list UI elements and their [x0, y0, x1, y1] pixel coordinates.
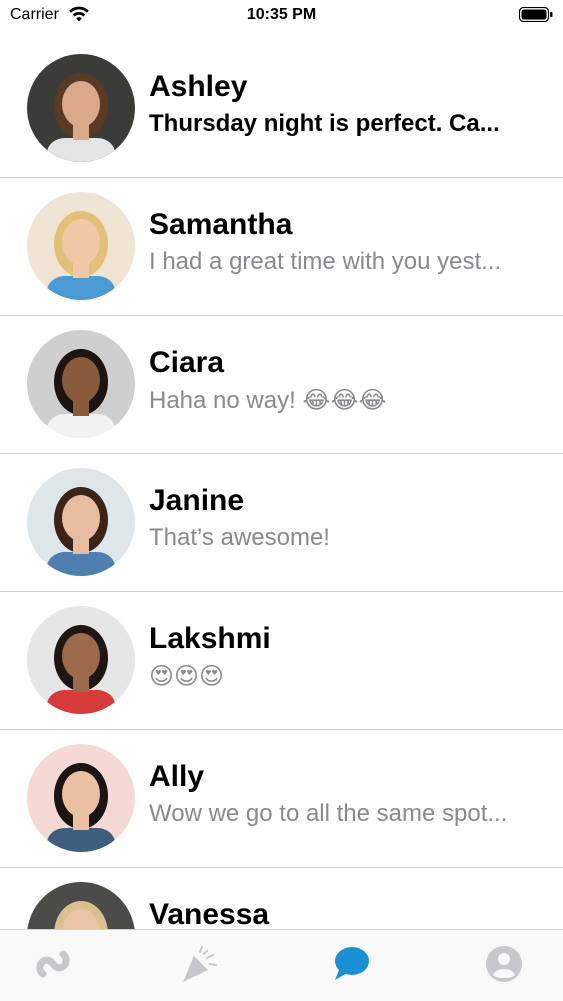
contact-name: Ashley — [149, 70, 248, 103]
contact-name: Vanessa — [149, 898, 270, 929]
message-preview: That’s awesome! — [149, 524, 330, 551]
contact-name: Lakshmi — [149, 622, 271, 655]
profile-icon[interactable] — [484, 944, 524, 984]
conversation-row[interactable]: Ciara Haha no way! 😂😂😂 — [0, 316, 563, 454]
conversation-row[interactable]: Vanessa — [0, 868, 563, 929]
battery-icon — [519, 7, 553, 22]
contact-name: Ciara — [149, 346, 225, 379]
celebrate-icon[interactable] — [180, 944, 220, 984]
status-time: 10:35 PM — [246, 6, 317, 23]
avatar — [27, 192, 135, 300]
contact-name: Janine — [149, 484, 245, 517]
conversation-row[interactable]: Ally Wow we go to all the same spot... — [0, 730, 563, 868]
avatar — [27, 882, 135, 929]
conversation-row[interactable]: Samantha I had a great time with you yest… — [0, 178, 563, 316]
message-list[interactable]: Ashley Thursday night is perfect. Ca... Sa… — [0, 40, 563, 929]
conversation-row[interactable]: Janine That’s awesome! — [0, 454, 563, 592]
discover-icon[interactable] — [33, 944, 73, 984]
message-preview: Thursday night is perfect. Ca... — [149, 110, 500, 137]
contact-name: Samantha — [149, 208, 293, 241]
contact-name: Ally — [149, 760, 205, 793]
avatar — [27, 330, 135, 438]
chat-icon[interactable] — [331, 944, 371, 984]
message-preview: 😍😍😍 — [149, 663, 225, 690]
message-preview: Haha no way! 😂😂😂 — [149, 387, 387, 414]
avatar — [27, 744, 135, 852]
message-preview: I had a great time with you yest... — [149, 248, 502, 275]
status-bar: Carrier 10:35 PM — [0, 0, 563, 30]
avatar — [27, 606, 135, 714]
message-preview: Wow we go to all the same spot... — [149, 800, 508, 827]
tab-bar — [0, 929, 563, 1001]
conversation-row[interactable]: Lakshmi 😍😍😍 — [0, 592, 563, 730]
avatar — [27, 468, 135, 576]
conversation-row[interactable]: Ashley Thursday night is perfect. Ca... — [0, 40, 563, 178]
avatar — [27, 54, 135, 162]
